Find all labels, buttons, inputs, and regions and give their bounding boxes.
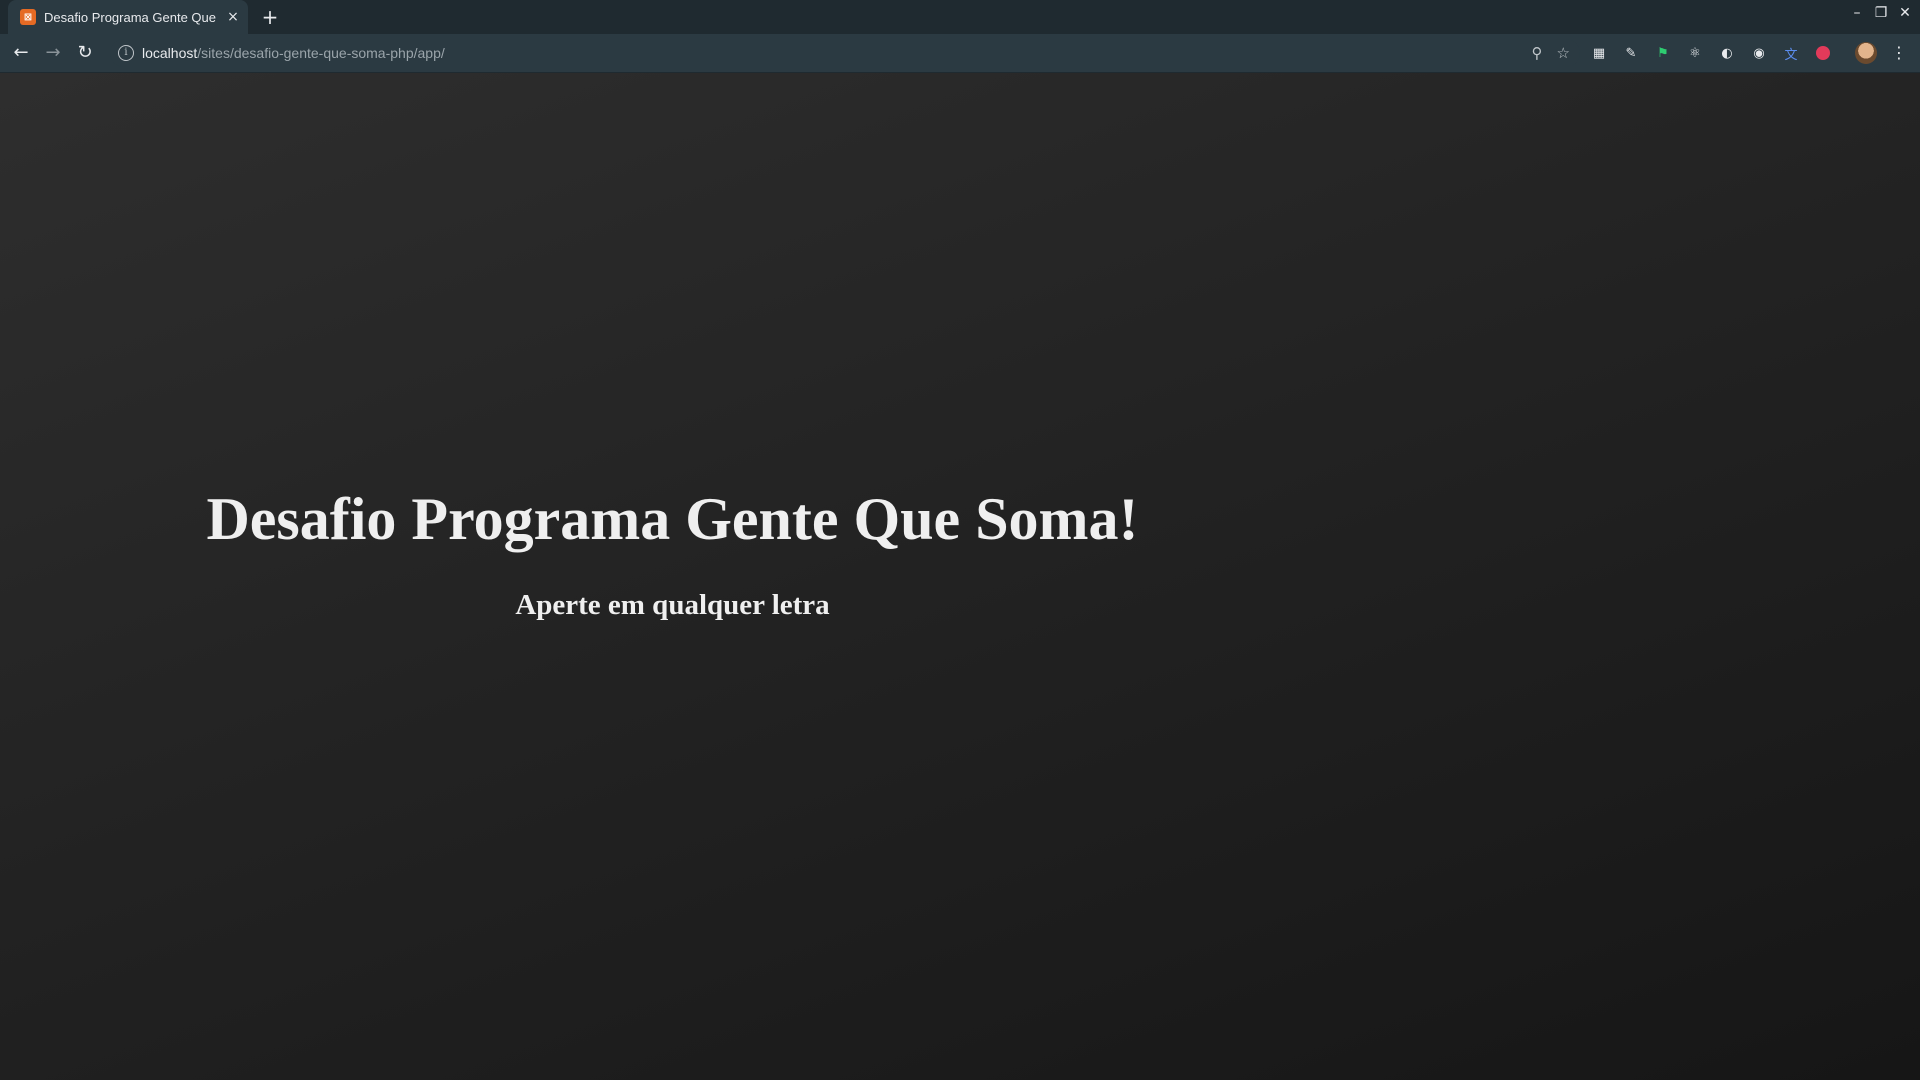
- forward-icon[interactable]: →: [42, 42, 64, 64]
- menu-icon[interactable]: ⋮: [1891, 42, 1907, 64]
- extension-7-icon[interactable]: 文: [1780, 42, 1802, 64]
- tab-strip: ⊠ Desafio Programa Gente Que Soma! × + –…: [0, 0, 1920, 34]
- minimize-icon[interactable]: –: [1848, 4, 1866, 22]
- profile-avatar[interactable]: [1855, 42, 1877, 64]
- extension-2-icon[interactable]: ✎: [1620, 42, 1642, 64]
- zoom-icon[interactable]: ⚲: [1532, 44, 1543, 62]
- extension-1-icon[interactable]: ▦: [1588, 42, 1610, 64]
- window-controls: – ❐ ✕: [1848, 4, 1914, 22]
- back-icon[interactable]: ←: [10, 42, 32, 64]
- extension-5-icon[interactable]: ◐: [1716, 42, 1738, 64]
- restore-icon[interactable]: ❐: [1872, 4, 1890, 22]
- tab-title: Desafio Programa Gente Que Soma!: [44, 9, 219, 25]
- extension-8-icon[interactable]: [1812, 42, 1834, 64]
- extension-3-icon[interactable]: ⚑: [1652, 42, 1674, 64]
- close-window-icon[interactable]: ✕: [1896, 4, 1914, 22]
- extension-6-icon[interactable]: ◉: [1748, 42, 1770, 64]
- browser-toolbar: ← → ↻ i localhost/sites/desafio-gente-qu…: [0, 34, 1920, 73]
- page-content: Desafio Programa Gente Que Soma! Aperte …: [0, 73, 1920, 1080]
- address-bar[interactable]: i localhost/sites/desafio-gente-que-soma…: [110, 39, 1580, 67]
- url-text[interactable]: localhost/sites/desafio-gente-que-soma-p…: [142, 45, 445, 61]
- bookmark-star-icon[interactable]: ☆: [1557, 44, 1570, 62]
- browser-tab[interactable]: ⊠ Desafio Programa Gente Que Soma! ×: [8, 0, 248, 34]
- new-tab-button[interactable]: +: [258, 5, 282, 29]
- page-subtitle: Aperte em qualquer letra: [515, 589, 830, 621]
- info-icon[interactable]: i: [118, 45, 134, 61]
- xampp-icon: ⊠: [20, 9, 36, 25]
- extension-4-icon[interactable]: ⚛: [1684, 42, 1706, 64]
- reload-icon[interactable]: ↻: [74, 42, 96, 64]
- extensions-bar: ▦ ✎ ⚑ ⚛ ◐ ◉ 文: [1588, 42, 1834, 64]
- close-tab-icon[interactable]: ×: [225, 9, 241, 25]
- page-title: Desafio Programa Gente Que Soma!: [206, 486, 1139, 552]
